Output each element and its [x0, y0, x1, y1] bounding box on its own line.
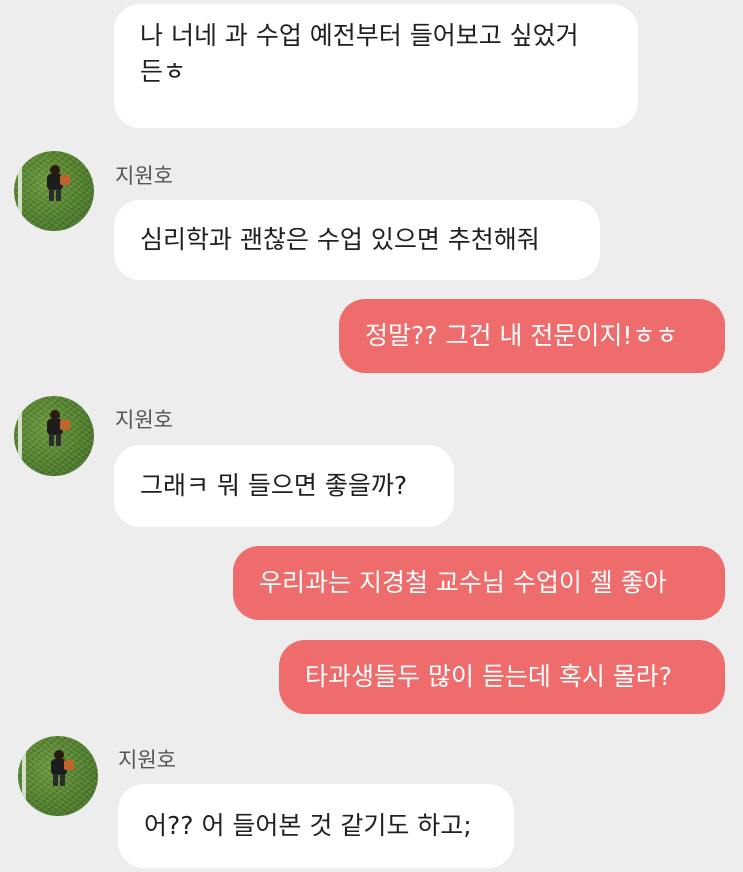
message-text: 어?? 어 들어본 것 같기도 하고; — [144, 811, 472, 840]
sender-name: 지원호 — [115, 164, 173, 188]
chat-area: 나 너네 과 수업 예전부터 들어보고 싶었거 든ㅎ 지원호 심리학과 괜찮은 … — [0, 0, 743, 872]
sender-avatar[interactable] — [14, 396, 94, 476]
sender-name: 지원호 — [115, 408, 173, 432]
message-text: 그래ㅋ 뭐 들으면 좋을까? — [140, 471, 408, 500]
message-bubble-incoming[interactable]: 심리학과 괜찮은 수업 있으면 추천해줘 — [114, 200, 600, 280]
sender-avatar[interactable] — [18, 736, 98, 816]
sender-name: 지원호 — [118, 748, 176, 772]
message-bubble-outgoing[interactable]: 우리과는 지경철 교수님 수업이 젤 좋아 — [233, 546, 725, 620]
message-text: 우리과는 지경철 교수님 수업이 젤 좋아 — [259, 568, 667, 597]
message-bubble-incoming[interactable]: 나 너네 과 수업 예전부터 들어보고 싶었거 든ㅎ — [114, 4, 638, 128]
message-bubble-outgoing[interactable]: 타과생들두 많이 듣는데 혹시 몰라? — [279, 640, 725, 714]
message-text: 정말?? 그건 내 전문이지!ㅎㅎ — [365, 321, 679, 350]
message-bubble-incoming[interactable]: 어?? 어 들어본 것 같기도 하고; — [118, 784, 514, 868]
message-bubble-outgoing[interactable]: 정말?? 그건 내 전문이지!ㅎㅎ — [339, 299, 725, 373]
message-text: 심리학과 괜찮은 수업 있으면 추천해줘 — [140, 225, 540, 254]
message-bubble-incoming[interactable]: 그래ㅋ 뭐 들으면 좋을까? — [114, 445, 454, 527]
message-text: 나 너네 과 수업 예전부터 들어보고 싶었거 — [140, 21, 579, 50]
sender-avatar[interactable] — [14, 151, 94, 231]
message-text: 든ㅎ — [140, 57, 187, 86]
message-text: 타과생들두 많이 듣는데 혹시 몰라? — [305, 662, 673, 691]
